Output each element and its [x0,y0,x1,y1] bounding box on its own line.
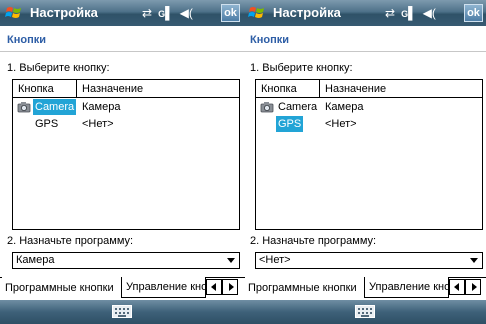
list-header: Кнопка Назначение [256,80,482,98]
title-bar: Настройка ⇄ G▌ ◀( ok [0,0,243,26]
button-list[interactable]: Кнопка Назначение Camera Камера GPS <Нет… [255,79,483,230]
tab-program-buttons[interactable]: Программные кнопки [2,277,121,298]
signal-icon[interactable]: G▌ [401,4,417,23]
section-heading: Кнопки [7,34,46,46]
menu-bar [0,300,243,324]
step1-label: 1. Выберите кнопку: [7,62,110,74]
network-letter: G [158,8,166,19]
list-item-assignment: Камера [325,101,364,113]
column-header-button[interactable]: Кнопка [13,80,77,98]
list-item-button: GPS [276,116,304,132]
tab-strip: Программные кнопки Управление кноп [243,277,486,299]
network-letter: G [401,8,409,19]
divider [0,51,243,52]
tab-button-management[interactable]: Управление кноп [121,277,206,298]
program-dropdown[interactable]: <Нет> [255,252,483,269]
volume-icon[interactable]: ◀( [423,4,436,22]
window-title: Настройка [273,5,341,20]
step1-label: 1. Выберите кнопку: [250,62,353,74]
windows-start-icon[interactable] [247,3,267,23]
sync-icon[interactable]: ⇄ [142,4,152,22]
column-header-button[interactable]: Кнопка [256,80,320,98]
camera-icon [17,102,31,113]
status-icons: ⇄ G▌ ◀( [142,4,193,22]
arrow-left-icon [454,283,459,291]
list-item-button: Camera [278,101,318,113]
chevron-down-icon [227,258,235,263]
chevron-down-icon [470,258,478,263]
divider [243,51,486,52]
step2-label: 2. Назначьте программу: [250,235,377,247]
program-value: <Нет> [259,254,291,266]
program-dropdown[interactable]: Камера [12,252,240,269]
program-value: Камера [16,254,55,266]
tab-scroll-right-button[interactable] [465,279,481,295]
list-item-assignment: <Нет> [325,118,357,130]
sync-icon[interactable]: ⇄ [385,4,395,22]
list-item-button: Camera [33,99,77,115]
arrow-left-icon [211,283,216,291]
keyboard-icon[interactable] [112,305,132,318]
list-item[interactable]: GPS <Нет> [256,116,482,132]
window-title: Настройка [30,5,98,20]
device-screen-right: Настройка ⇄ G▌ ◀( ok Кнопки 1. Выберите … [243,0,486,324]
tab-scroll-left-button[interactable] [449,279,465,295]
list-item[interactable]: Camera Камера [256,99,482,115]
signal-icon[interactable]: G▌ [158,4,174,23]
list-item[interactable]: GPS <Нет> [13,116,239,132]
list-item-assignment: Камера [82,101,121,113]
keyboard-icon[interactable] [355,305,375,318]
step2-label: 2. Назначьте программу: [7,235,134,247]
tab-strip: Программные кнопки Управление кноп [0,277,243,299]
tab-program-buttons[interactable]: Программные кнопки [245,277,364,298]
device-screen-left: Настройка ⇄ G▌ ◀( ok Кнопки 1. Выберите … [0,0,243,324]
menu-bar [243,300,486,324]
arrow-right-icon [472,283,477,291]
arrow-right-icon [229,283,234,291]
tab-button-management[interactable]: Управление кноп [364,277,449,298]
volume-icon[interactable]: ◀( [180,4,193,22]
list-item-assignment: <Нет> [82,118,114,130]
button-list[interactable]: Кнопка Назначение Camera Камера GPS <Нет… [12,79,240,230]
tab-scroll-right-button[interactable] [222,279,238,295]
camera-icon [260,102,274,113]
list-item-button: GPS [35,118,59,130]
column-header-assignment[interactable]: Назначение [320,80,482,98]
column-header-assignment[interactable]: Назначение [77,80,239,98]
section-heading: Кнопки [250,34,289,46]
title-bar: Настройка ⇄ G▌ ◀( ok [243,0,486,26]
list-item[interactable]: Camera Камера [13,99,239,115]
status-icons: ⇄ G▌ ◀( [385,4,436,22]
ok-button[interactable]: ok [221,4,240,22]
list-header: Кнопка Назначение [13,80,239,98]
ok-button[interactable]: ok [464,4,483,22]
tab-scroll-left-button[interactable] [206,279,222,295]
windows-start-icon[interactable] [4,3,24,23]
